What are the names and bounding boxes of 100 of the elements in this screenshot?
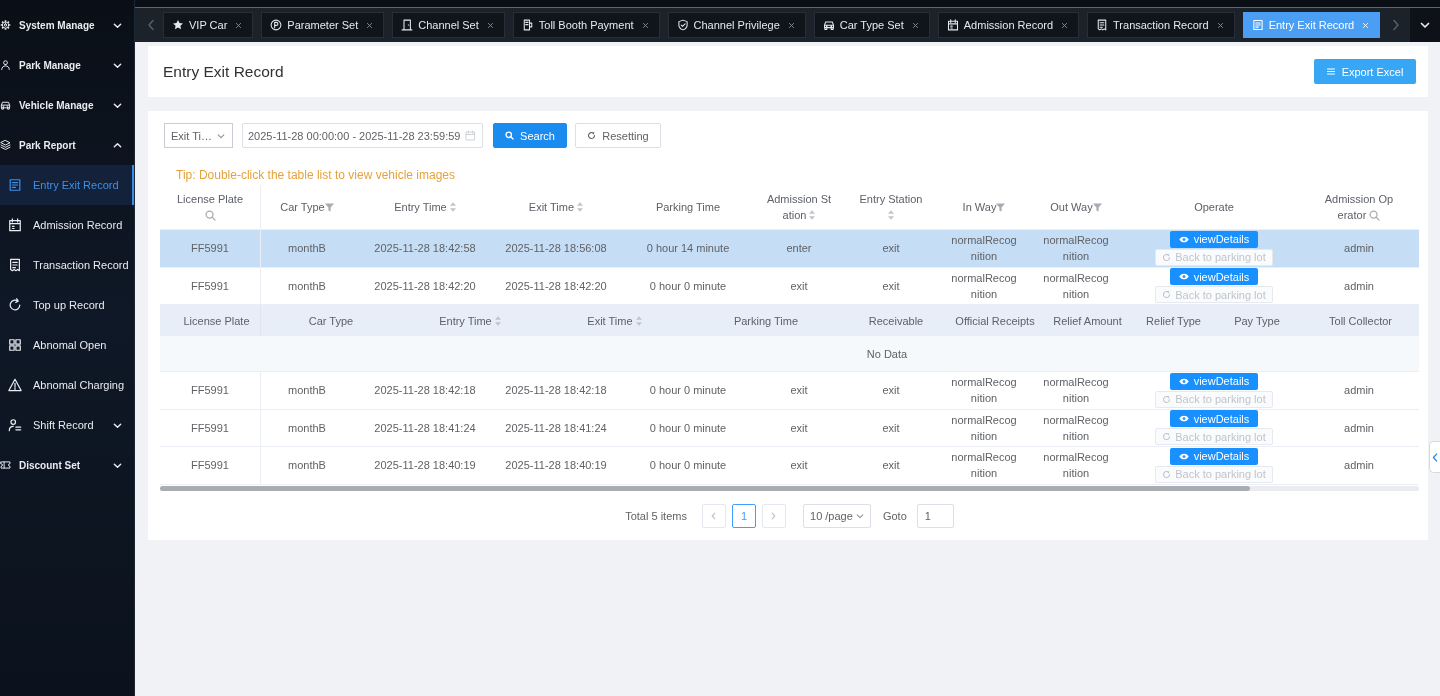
chevron-left-icon[interactable] [147,19,155,31]
receipt-icon [8,258,22,272]
tab[interactable]: Transaction Record [1087,12,1235,38]
tab[interactable]: Car Type Set [813,12,930,38]
menu-item[interactable]: Park Report [0,125,134,165]
tab[interactable]: Channel Set [392,12,505,38]
tab[interactable]: Toll Booth Payment [512,12,660,38]
sort-icon[interactable] [494,315,501,326]
column-header: Relief Amount [1040,305,1135,336]
reset-button[interactable]: Resetting [575,123,661,148]
eye-icon [1178,235,1189,243]
column-header[interactable]: Exit Time [539,305,690,336]
column-header[interactable]: In Way [945,185,1023,229]
column-header[interactable]: Exit Time [497,185,615,229]
column-header[interactable]: Car Type [261,185,353,229]
column-header: License Plate [160,305,261,336]
goto-label: Goto [882,510,907,522]
table-cell-text: normalRecognition [950,375,1018,407]
column-header[interactable]: Entry Time [353,185,497,229]
menu-item[interactable]: Abnomal Open [0,325,134,365]
menu-item[interactable]: Entry Exit Record [0,165,134,205]
menu-item[interactable]: Admission Record [0,205,134,245]
menu-item[interactable]: Transaction Record [0,245,134,285]
table-cell-text: normalRecognition [950,450,1018,482]
sort-icon[interactable] [635,315,642,326]
menu-item[interactable]: Shift Record [0,405,134,445]
menu-item[interactable]: Vehicle Manage [0,85,134,125]
column-header[interactable]: Admission Operator [1299,185,1419,229]
filter-icon[interactable] [324,203,334,212]
sort-icon[interactable] [888,210,894,220]
star-icon [172,19,184,31]
search-button[interactable]: Search [493,123,567,148]
table-cell: FF5991 [160,372,261,409]
user-icon [8,418,22,432]
table-cell-text: admin [1343,420,1375,436]
column-header[interactable]: Entry Time [401,305,539,336]
search-icon[interactable] [1369,210,1381,221]
sort-icon[interactable] [577,202,584,212]
side-panel-toggle[interactable] [1429,441,1440,473]
filter-icon[interactable] [1092,203,1102,212]
search-icon[interactable] [204,210,216,221]
table-cell-text: monthB [287,383,327,399]
table-cell-text: monthB [287,458,327,474]
empty-message: No Data [160,336,1419,372]
eye-icon [1178,415,1189,423]
column-header[interactable]: Admission Station [761,185,837,229]
total-count: Total 5 items [625,510,687,522]
menu-item[interactable]: Top up Record [0,285,134,325]
calendar-icon [465,130,476,141]
table-cell-text: exit [789,458,809,474]
tab[interactable]: Parameter Set [261,12,385,38]
table-cell-text: 2025-11-28 18:41:24 [373,420,477,436]
layers-icon [0,139,11,151]
filter-icon[interactable] [996,203,1006,212]
menu-item[interactable]: Discount Set [0,445,134,485]
refresh-icon [1162,432,1172,442]
warning-icon [8,378,22,392]
tip-text: Tip: Double-click the table list to view vehicle images [176,168,456,182]
column-header: Official Receipts [950,305,1040,336]
close-icon[interactable] [787,21,795,29]
eye-icon [1178,377,1189,385]
menu-item[interactable]: System Manage [0,5,134,45]
time-field-select[interactable]: Exit Ti… [164,123,233,148]
sort-icon[interactable] [449,202,456,212]
date-range-field[interactable]: 2025-11-28 00:00:00 - 2025-11-28 23:59:59 [242,123,483,148]
page-size-select[interactable]: 10 /page [802,504,871,528]
goto-input[interactable]: 1 [916,504,954,528]
column-header[interactable]: License Plate [160,185,261,229]
close-icon[interactable] [1061,21,1069,29]
rotate-icon [8,298,22,312]
close-icon[interactable] [641,21,649,29]
refresh-icon [1162,469,1172,479]
menu-item[interactable]: Abnomal Charging [0,365,134,405]
table-cell-text: exit [789,420,809,436]
table-cell-text: normalRecognition [1042,412,1110,444]
close-icon[interactable] [235,21,243,29]
list-icon [1326,68,1335,75]
chevron-left-icon [710,511,718,521]
close-icon[interactable] [486,21,494,29]
tab[interactable]: Channel Privilege [667,12,806,38]
close-icon[interactable] [911,21,919,29]
tabs-menu-button[interactable] [1410,8,1440,42]
column-header[interactable]: Entry Station [837,185,945,229]
table-cell-text: admin [1343,383,1375,399]
search-icon [505,131,515,140]
menu-item[interactable]: Park Manage [0,45,134,85]
tab[interactable]: Admission Record [937,12,1080,38]
car-icon [0,99,11,111]
close-icon[interactable] [1216,21,1224,29]
column-header[interactable]: Out Way [1023,185,1129,229]
refresh-icon [1162,290,1172,300]
tab[interactable]: VIP Car [163,12,254,38]
table-cell-text: 2025-11-28 18:42:18 [504,383,608,399]
chevron-right-icon[interactable] [1392,19,1400,31]
table-cell-text: 0 hour 0 minute [648,383,728,399]
close-icon[interactable] [366,21,374,29]
column-header: Pay Type [1212,305,1302,336]
table-cell-text: normalRecognition [950,233,1018,265]
sort-icon[interactable] [809,210,816,220]
chevron-down-icon [855,512,864,520]
